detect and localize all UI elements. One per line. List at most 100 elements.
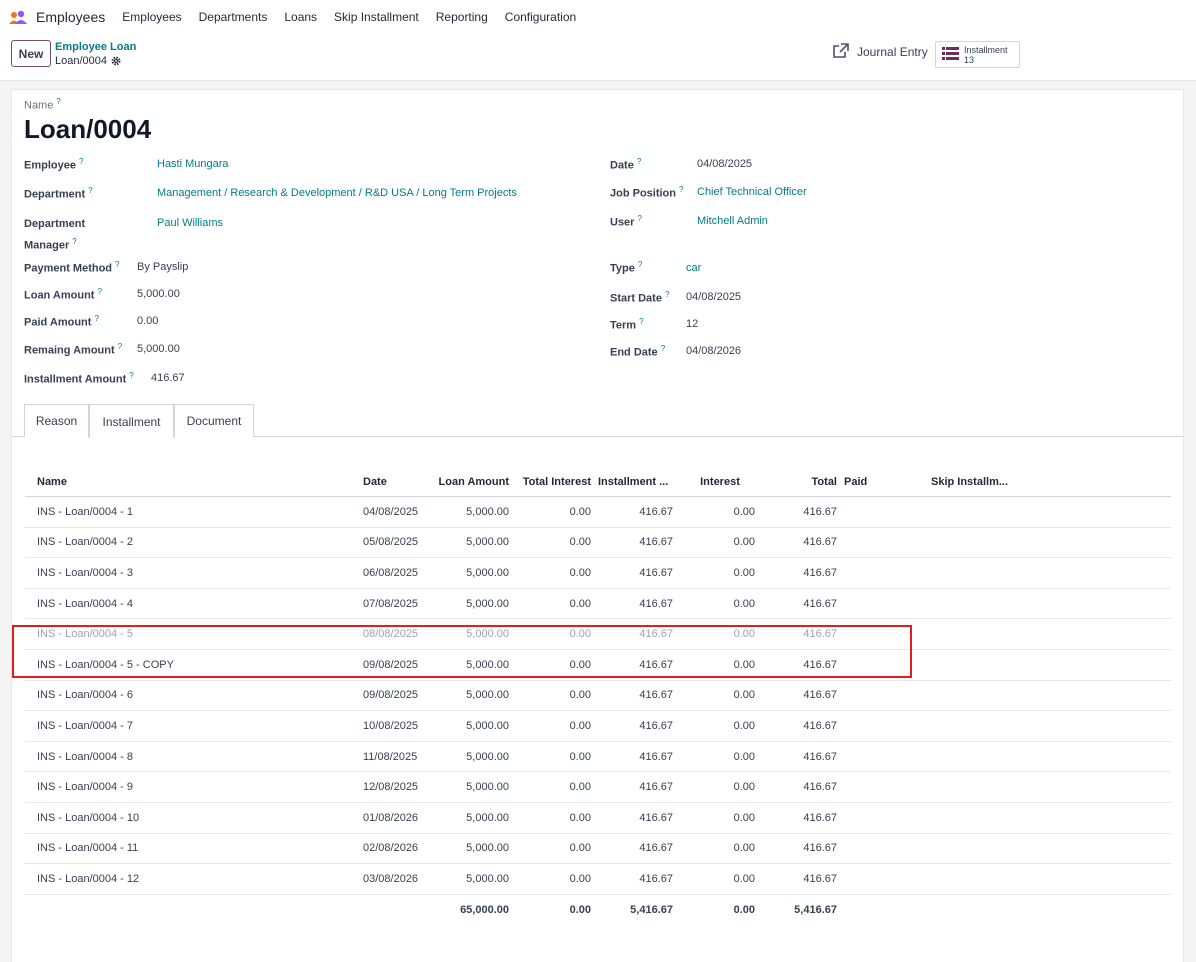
nav-employees[interactable]: Employees [122,10,181,24]
row-total-interest: 0.00 [569,750,591,763]
nav-reporting[interactable]: Reporting [436,10,488,24]
row-total: 416.67 [803,719,837,732]
row-total: 416.67 [803,505,837,518]
term-field[interactable]: 12 [686,318,698,330]
row-installment: 416.67 [639,811,673,824]
row-loan-amount: 5,000.00 [466,842,509,855]
row-name: INS - Loan/0004 - 3 [37,566,134,579]
user-field[interactable]: Mitchell Admin [697,215,768,227]
installment-stat-button[interactable]: Installment 13 [935,41,1020,68]
row-name: INS - Loan/0004 - 7 [37,719,134,732]
row-installment: 416.67 [639,872,673,885]
row-installment: 416.67 [639,566,673,579]
control-panel: New Employee Loan Loan/0004 Journal Entr… [0,33,1196,81]
table-row[interactable]: INS - Loan/0004 - 9 12/08/2025 5,000.00 0.0… [25,772,1171,803]
table-row[interactable]: INS - Loan/0004 - 6 09/08/2025 5,000.00 0.0… [25,681,1171,712]
record-title[interactable]: Loan/0004 [24,114,151,145]
notebook-tabs: Reason Installment Document [12,404,1183,438]
nav-skip-installment[interactable]: Skip Installment [334,10,419,24]
row-total: 416.67 [803,566,837,579]
col-total-interest-header[interactable]: Total Interest [515,467,591,496]
row-interest: 0.00 [733,842,755,855]
external-link-icon [832,43,849,61]
nav-configuration[interactable]: Configuration [505,10,576,24]
footer-grand-total: 5,416.67 [794,904,837,917]
tab-installment[interactable]: Installment [89,404,174,438]
date-field[interactable]: 04/08/2025 [697,158,752,170]
tab-reason[interactable]: Reason [24,404,89,437]
row-total: 416.67 [803,750,837,763]
top-navbar: Employees Employees Departments Loans Sk… [0,0,1196,33]
row-loan-amount: 5,000.00 [466,505,509,518]
col-paid-header[interactable]: Paid [844,467,867,496]
row-interest: 0.00 [733,781,755,794]
loan-amount-field[interactable]: 5,000.00 [137,288,180,300]
row-date: 01/08/2026 [363,811,419,824]
department-field[interactable]: Management / Research & Development / R&… [157,187,517,199]
row-total-interest: 0.00 [569,689,591,702]
col-date-header[interactable]: Date [363,467,387,496]
row-date: 04/08/2025 [363,505,419,518]
col-skip-installment-header[interactable]: Skip Installm... [931,467,1008,496]
col-name-header[interactable]: Name [37,467,67,496]
footer-loan-total: 65,000.00 [460,904,509,917]
department-label: Department? [24,186,93,201]
footer-installment-total: 5,416.67 [630,904,673,917]
breadcrumb-parent[interactable]: Employee Loan [55,41,136,53]
new-button[interactable]: New [11,40,51,67]
col-loan-amount-header[interactable]: Loan Amount [429,467,509,496]
table-row[interactable]: INS - Loan/0004 - 8 11/08/2025 5,000.00 0.0… [25,742,1171,773]
row-loan-amount: 5,000.00 [466,689,509,702]
journal-entry-button[interactable]: Journal Entry [832,43,928,61]
row-loan-amount: 5,000.00 [466,566,509,579]
col-installment-header[interactable]: Installment ... [598,467,676,496]
table-header-row: Name Date Loan Amount Total Interest Ins… [25,467,1171,497]
row-total-interest: 0.00 [569,536,591,549]
department-manager-field[interactable]: Paul Williams [157,217,223,229]
row-interest: 0.00 [733,811,755,824]
row-total: 416.67 [803,872,837,885]
row-installment: 416.67 [639,781,673,794]
row-interest: 0.00 [733,719,755,732]
table-row[interactable]: INS - Loan/0004 - 11 02/08/2026 5,000.00 0.… [25,834,1171,865]
term-label: Term? [610,317,644,332]
app-name[interactable]: Employees [36,9,105,25]
row-total: 416.67 [803,536,837,549]
table-row[interactable]: INS - Loan/0004 - 12 03/08/2026 5,000.00 0.… [25,864,1171,895]
row-name: INS - Loan/0004 - 12 [37,872,140,885]
gear-icon[interactable] [111,56,121,66]
nav-departments[interactable]: Departments [199,10,268,24]
type-label: Type? [610,260,643,275]
col-interest-header[interactable]: Interest [685,467,755,496]
user-label: User? [610,214,642,229]
type-field[interactable]: car [686,262,701,274]
name-field-label: Name? [24,97,61,112]
paid-amount-field: 0.00 [137,315,159,327]
table-row[interactable]: INS - Loan/0004 - 4 07/08/2025 5,000.00 0.0… [25,589,1171,620]
installment-table: Name Date Loan Amount Total Interest Ins… [25,467,1171,925]
payment-method-field[interactable]: By Payslip [137,261,188,273]
tab-document[interactable]: Document [174,404,254,437]
table-row[interactable]: INS - Loan/0004 - 3 06/08/2025 5,000.00 0.0… [25,558,1171,589]
job-position-field[interactable]: Chief Technical Officer [697,186,807,198]
table-row[interactable]: INS - Loan/0004 - 2 05/08/2025 5,000.00 0.0… [25,528,1171,559]
row-date: 07/08/2025 [363,597,419,610]
table-row[interactable]: INS - Loan/0004 - 7 10/08/2025 5,000.00 0.0… [25,711,1171,742]
col-total-header[interactable]: Total [765,467,837,496]
row-installment: 416.67 [639,597,673,610]
row-name: INS - Loan/0004 - 1 [37,505,134,518]
employee-field[interactable]: Hasti Mungara [157,158,229,170]
row-name: INS - Loan/0004 - 11 [37,842,139,855]
paid-amount-label: Paid Amount? [24,314,99,329]
table-body: INS - Loan/0004 - 1 04/08/2025 5,000.00 0.0… [25,497,1171,895]
employees-app-icon[interactable] [9,10,27,24]
table-row[interactable]: INS - Loan/0004 - 1 04/08/2025 5,000.00 0.0… [25,497,1171,528]
row-loan-amount: 5,000.00 [466,872,509,885]
breadcrumb-current: Loan/0004 [55,55,121,67]
row-date: 12/08/2025 [363,781,419,794]
nav-loans[interactable]: Loans [284,10,317,24]
table-row[interactable]: INS - Loan/0004 - 10 01/08/2026 5,000.00 0.… [25,803,1171,834]
row-total-interest: 0.00 [569,505,591,518]
start-date-field[interactable]: 04/08/2025 [686,291,741,303]
row-name: INS - Loan/0004 - 10 [37,811,140,824]
